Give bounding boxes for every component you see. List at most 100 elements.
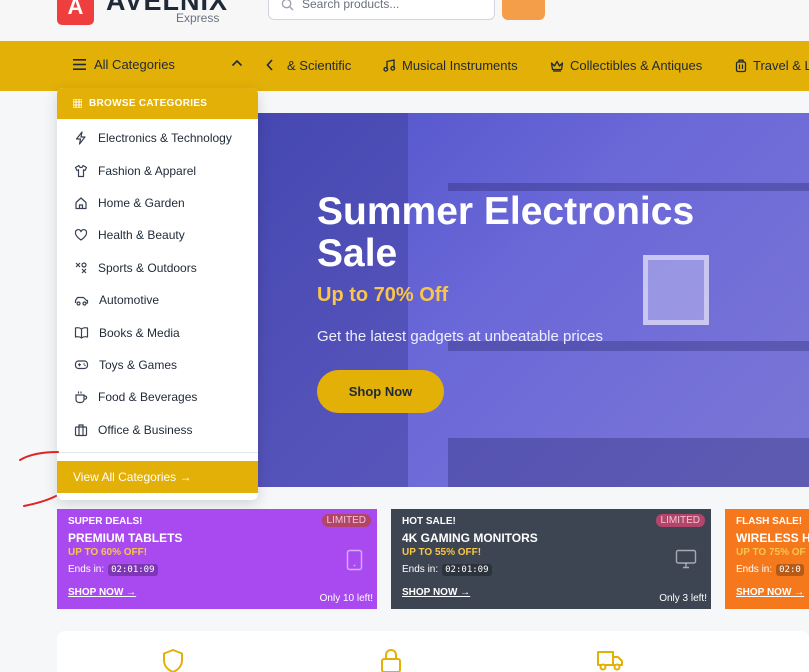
stock-left: Only 10 left! bbox=[319, 593, 373, 604]
category-bar: All Categories & Scientific Musical Inst… bbox=[0, 41, 809, 91]
search-icon bbox=[281, 0, 294, 11]
briefcase-icon bbox=[74, 424, 88, 436]
deal-countdown: Ends in: 02:01:09 bbox=[402, 564, 492, 576]
monitor-icon bbox=[675, 549, 697, 569]
category-label: Sports & Outdoors bbox=[98, 260, 197, 275]
category-label: Food & Beverages bbox=[98, 390, 198, 405]
hero-banner: Summer Electronics Sale Up to 70% Off Ge… bbox=[258, 113, 809, 487]
category-item-home-garden[interactable]: Home & Garden bbox=[57, 187, 258, 219]
chevron-up-icon[interactable] bbox=[231, 59, 243, 67]
hero-title: Summer Electronics Sale bbox=[317, 190, 695, 275]
shop-now-link[interactable]: SHOP NOW → bbox=[736, 587, 804, 598]
logo-subtitle: Express bbox=[176, 11, 220, 25]
car-icon bbox=[74, 296, 89, 306]
all-categories-button[interactable]: All Categories bbox=[73, 57, 175, 72]
stock-left: Only 3 left! bbox=[659, 593, 707, 604]
chevron-left-icon[interactable] bbox=[265, 58, 275, 72]
deal-countdown: Ends in: 02:0 bbox=[736, 564, 804, 576]
category-item-fashion[interactable]: Fashion & Apparel bbox=[57, 154, 258, 186]
truck-icon bbox=[597, 651, 623, 671]
category-list: Electronics & Technology Fashion & Appar… bbox=[57, 119, 258, 446]
ends-label: Ends in: bbox=[402, 564, 439, 575]
deal-kicker: HOT SALE! bbox=[402, 516, 456, 527]
countdown-timer: 02:0 bbox=[776, 564, 804, 576]
deal-kicker: FLASH SALE! bbox=[736, 516, 803, 527]
dropdown-heading: BROWSE CATEGORIES bbox=[89, 98, 208, 109]
ends-label: Ends in: bbox=[736, 564, 773, 575]
countdown-timer: 02:01:09 bbox=[108, 564, 158, 576]
shirt-icon bbox=[74, 164, 88, 177]
sports-icon bbox=[75, 262, 87, 274]
search-button[interactable] bbox=[502, 0, 545, 20]
nav-item-label: Musical Instruments bbox=[402, 58, 518, 73]
deal-card-monitors[interactable]: HOT SALE! 4K GAMING MONITORS UP TO 55% O… bbox=[391, 509, 711, 609]
category-item-electronics[interactable]: Electronics & Technology bbox=[57, 122, 258, 154]
category-item-automotive[interactable]: Automotive bbox=[57, 284, 258, 316]
annotation-mark bbox=[23, 495, 57, 507]
grid-icon bbox=[73, 99, 82, 108]
shop-now-link[interactable]: SHOP NOW → bbox=[68, 587, 136, 598]
dropdown-divider bbox=[57, 452, 258, 453]
deal-discount: UP TO 60% OFF! bbox=[68, 547, 148, 558]
search-box[interactable] bbox=[268, 0, 495, 20]
luggage-icon bbox=[735, 59, 747, 72]
category-label: Health & Beauty bbox=[98, 228, 185, 243]
deal-card-wireless[interactable]: FLASH SALE! WIRELESS H UP TO 75% OF Ends… bbox=[725, 509, 809, 609]
book-icon bbox=[74, 327, 89, 339]
crown-icon bbox=[550, 60, 564, 72]
deal-title: WIRELESS H bbox=[736, 531, 809, 545]
page: A AVELNIX Express All Categories & Scien… bbox=[0, 0, 809, 672]
tablet-icon bbox=[346, 549, 363, 571]
category-item-health-beauty[interactable]: Health & Beauty bbox=[57, 219, 258, 251]
nav-item-scientific[interactable]: & Scientific bbox=[287, 58, 351, 73]
category-item-books-media[interactable]: Books & Media bbox=[57, 316, 258, 348]
category-label: Fashion & Apparel bbox=[98, 163, 197, 178]
category-label: Books & Media bbox=[99, 325, 180, 340]
deal-title: 4K GAMING MONITORS bbox=[402, 531, 538, 545]
shield-icon bbox=[163, 649, 183, 672]
annotation-mark bbox=[19, 451, 59, 461]
limited-badge: LIMITED bbox=[321, 514, 371, 527]
category-item-office-business[interactable]: Office & Business bbox=[57, 414, 258, 446]
hero-floor bbox=[448, 438, 809, 487]
site-header: A AVELNIX Express bbox=[0, 0, 809, 41]
deal-countdown: Ends in: 02:01:09 bbox=[68, 564, 158, 576]
coffee-icon bbox=[75, 391, 88, 404]
gamepad-icon bbox=[74, 360, 89, 370]
deal-discount: UP TO 75% OF bbox=[736, 547, 806, 558]
shop-now-link[interactable]: SHOP NOW → bbox=[402, 587, 470, 598]
home-icon bbox=[75, 197, 87, 210]
category-item-sports-outdoors[interactable]: Sports & Outdoors bbox=[57, 252, 258, 284]
deal-discount: UP TO 55% OFF! bbox=[402, 547, 482, 558]
nav-item-collectibles[interactable]: Collectibles & Antiques bbox=[550, 58, 702, 73]
category-item-toys-games[interactable]: Toys & Games bbox=[57, 349, 258, 381]
category-label: Electronics & Technology bbox=[98, 131, 232, 146]
limited-badge: LIMITED bbox=[655, 514, 705, 527]
music-icon bbox=[383, 59, 396, 72]
nav-item-label: Collectibles & Antiques bbox=[570, 58, 703, 73]
deal-card-tablets[interactable]: SUPER DEALS! PREMIUM TABLETS UP TO 60% O… bbox=[57, 509, 377, 609]
category-label: Office & Business bbox=[98, 422, 193, 437]
deal-kicker: SUPER DEALS! bbox=[68, 516, 143, 527]
lock-icon bbox=[381, 649, 401, 672]
nav-item-musical-instruments[interactable]: Musical Instruments bbox=[383, 58, 518, 73]
countdown-timer: 02:01:09 bbox=[442, 564, 492, 576]
all-categories-label: All Categories bbox=[94, 57, 175, 72]
nav-item-label: Travel & L bbox=[753, 58, 809, 73]
deal-title: PREMIUM TABLETS bbox=[68, 531, 183, 545]
view-all-categories-button[interactable]: View All Categories → bbox=[57, 461, 258, 493]
category-label: Home & Garden bbox=[98, 195, 185, 210]
features-strip bbox=[57, 631, 809, 672]
menu-icon bbox=[73, 59, 86, 70]
hero-description: Get the latest gadgets at unbeatable pri… bbox=[317, 328, 604, 345]
category-item-food-beverages[interactable]: Food & Beverages bbox=[57, 381, 258, 413]
nav-item-label: & Scientific bbox=[287, 58, 352, 73]
search-input[interactable] bbox=[302, 0, 472, 11]
nav-item-travel[interactable]: Travel & L bbox=[735, 58, 809, 73]
category-label: Toys & Games bbox=[99, 357, 178, 372]
categories-dropdown: BROWSE CATEGORIES Electronics & Technolo… bbox=[57, 88, 258, 500]
shop-now-button[interactable]: Shop Now bbox=[317, 370, 444, 413]
hero-offer: Up to 70% Off bbox=[317, 284, 449, 306]
logo-icon[interactable]: A bbox=[57, 0, 94, 25]
category-label: Automotive bbox=[99, 293, 160, 308]
